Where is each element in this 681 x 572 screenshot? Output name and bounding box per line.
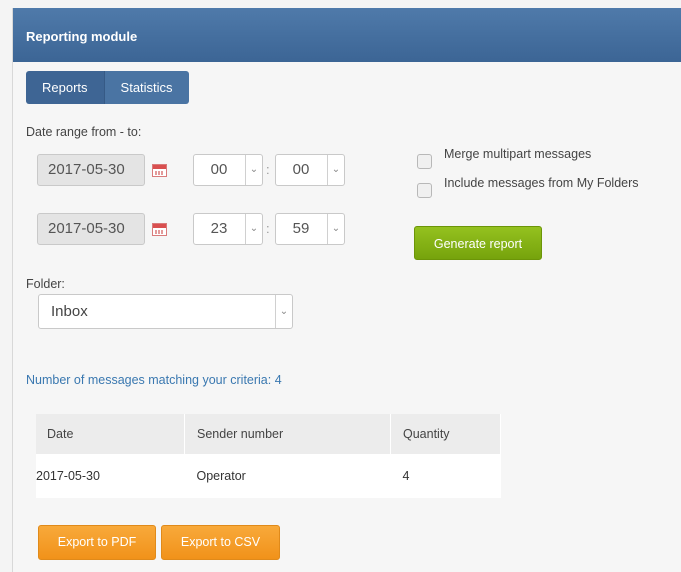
hour-to-select[interactable]: 23 ⌄ <box>193 213 263 245</box>
minute-from-select[interactable]: 00 ⌄ <box>275 154 345 186</box>
date-from-input[interactable]: 2017-05-30 <box>37 154 145 186</box>
report-tabs: Reports Statistics <box>26 71 189 104</box>
date-range-label: Date range from - to: <box>26 125 142 139</box>
folder-value: Inbox <box>51 303 88 320</box>
table-header-row: Date Sender number Quantity <box>36 414 501 454</box>
export-csv-button[interactable]: Export to CSV <box>161 525 280 560</box>
calendar-icon[interactable] <box>152 164 167 177</box>
merge-multipart-label: Merge multipart messages <box>444 147 592 161</box>
hour-from-value: 00 <box>210 161 228 178</box>
chevron-down-icon: ⌄ <box>245 214 262 244</box>
generate-report-button[interactable]: Generate report <box>414 226 542 260</box>
hour-to-value: 23 <box>210 220 228 237</box>
chevron-down-icon: ⌄ <box>245 155 262 185</box>
cell-sender: Operator <box>196 469 246 483</box>
export-pdf-button[interactable]: Export to PDF <box>38 525 156 560</box>
time-separator: : <box>266 221 270 236</box>
column-header-sender: Sender number <box>184 414 391 454</box>
calendar-icon[interactable] <box>152 223 167 236</box>
matching-count-text: Number of messages matching your criteri… <box>26 373 282 387</box>
folder-label: Folder: <box>26 277 65 291</box>
cell-quantity: 4 <box>402 469 410 483</box>
folder-select[interactable]: Inbox ⌄ <box>38 294 293 329</box>
hour-from-select[interactable]: 00 ⌄ <box>193 154 263 186</box>
minute-to-value: 59 <box>292 220 310 237</box>
time-separator: : <box>266 162 270 177</box>
date-to-input[interactable]: 2017-05-30 <box>37 213 145 245</box>
include-folders-label: Include messages from My Folders <box>444 176 639 190</box>
include-folders-checkbox[interactable] <box>417 183 432 198</box>
tab-reports[interactable]: Reports <box>26 71 104 104</box>
table-row: 2017-05-30 Operator 4 <box>36 454 501 498</box>
column-header-quantity: Quantity <box>390 414 501 454</box>
chevron-down-icon: ⌄ <box>275 295 292 328</box>
merge-multipart-checkbox[interactable] <box>417 154 432 169</box>
panel-header: Reporting module <box>13 8 681 62</box>
column-header-date: Date <box>36 414 185 454</box>
chevron-down-icon: ⌄ <box>327 155 344 185</box>
results-table: Date Sender number Quantity 2017-05-30 O… <box>36 414 501 498</box>
minute-to-select[interactable]: 59 ⌄ <box>275 213 345 245</box>
minute-from-value: 00 <box>292 161 310 178</box>
tab-statistics[interactable]: Statistics <box>103 71 189 104</box>
chevron-down-icon: ⌄ <box>327 214 344 244</box>
reporting-panel: Reporting module Reports Statistics Date… <box>12 8 681 572</box>
cell-date: 2017-05-30 <box>36 469 100 483</box>
